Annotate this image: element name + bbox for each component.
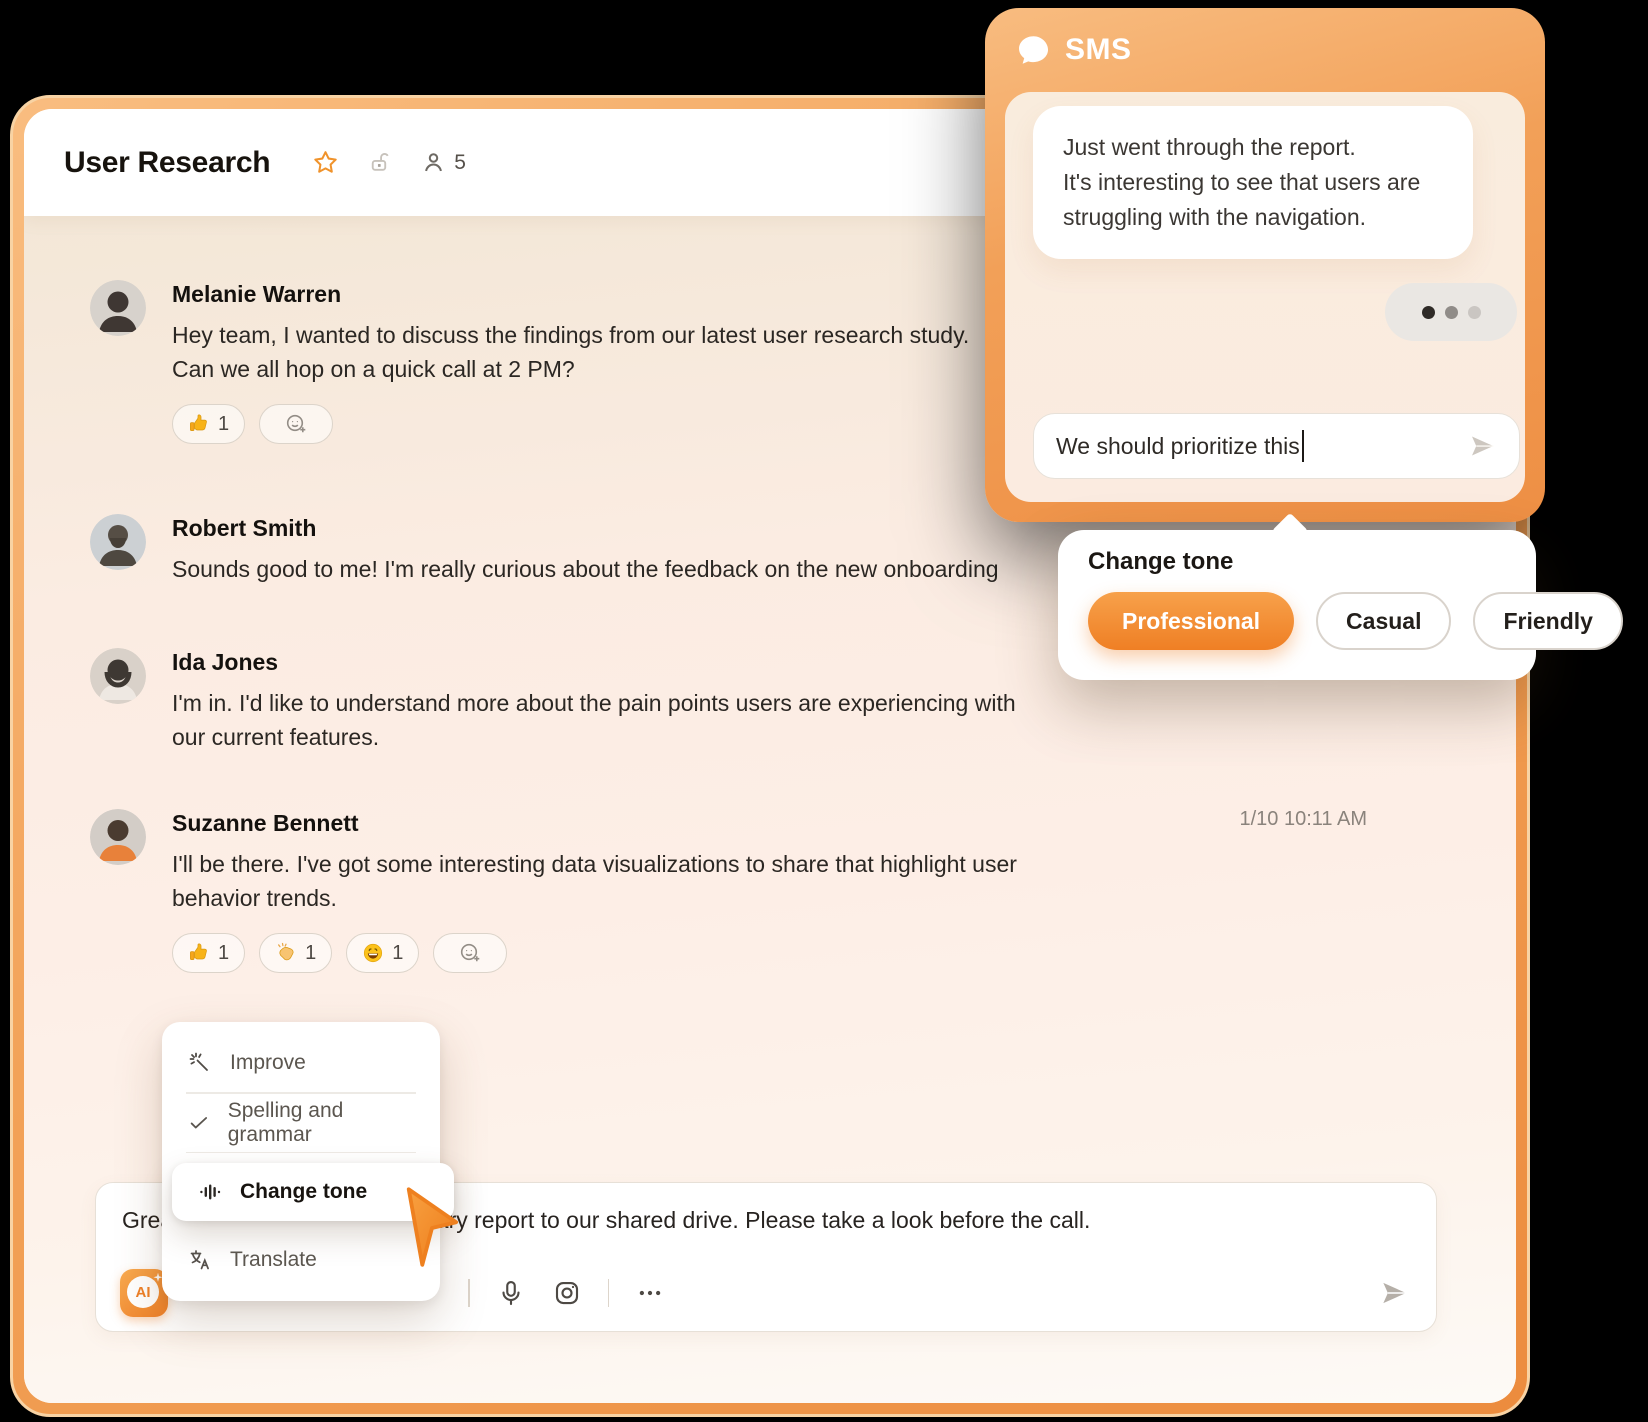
- spark-icon: [188, 1051, 212, 1075]
- message-author: Suzanne Bennett: [172, 809, 1017, 837]
- mouse-pointer-cursor: [402, 1186, 460, 1270]
- text-cursor: [1302, 430, 1304, 462]
- typing-dot: [1445, 306, 1458, 319]
- add-reaction-button[interactable]: [259, 404, 333, 444]
- message-author: Ida Jones: [172, 648, 1016, 676]
- translate-icon: [188, 1248, 212, 1272]
- change-tone-title: Change tone: [1088, 548, 1233, 576]
- avatar[interactable]: [90, 648, 146, 704]
- check-icon: [188, 1111, 210, 1135]
- member-count-label: 5: [454, 151, 466, 175]
- avatar[interactable]: [90, 809, 146, 865]
- reaction-chip[interactable]: 1: [172, 404, 245, 444]
- message-author: Melanie Warren: [172, 280, 969, 308]
- menu-item-label: Change tone: [240, 1180, 367, 1204]
- menu-item-translate[interactable]: Translate: [162, 1231, 440, 1289]
- menu-item-spelling-and-grammar[interactable]: Spelling and grammar: [162, 1094, 440, 1152]
- reaction-count: 1: [392, 942, 403, 965]
- avatar[interactable]: [90, 514, 146, 570]
- reaction-row: 1 1 1: [172, 933, 1017, 973]
- sms-input-value[interactable]: We should prioritize this: [1056, 433, 1300, 460]
- message-text: Sounds good to me! I'm really curious ab…: [172, 552, 999, 586]
- menu-item-improve[interactable]: Improve: [162, 1034, 440, 1092]
- message-suzanne-bennett: Suzanne Bennett I'll be there. I've got …: [90, 809, 1516, 973]
- typing-indicator: [1385, 283, 1517, 341]
- avatar[interactable]: [90, 280, 146, 336]
- typing-dot: [1468, 306, 1481, 319]
- menu-item-label: Spelling and grammar: [228, 1099, 414, 1147]
- reaction-count: 1: [218, 413, 229, 436]
- change-tone-popup: Change tone Professional Casual Friendly: [1058, 530, 1536, 680]
- ai-assistant-button[interactable]: AI: [120, 1269, 168, 1317]
- members-count[interactable]: 5: [420, 149, 466, 176]
- chat-bubble-icon: [1015, 34, 1051, 66]
- reaction-count: 1: [218, 942, 229, 965]
- chat-header-icons: 5: [312, 149, 466, 176]
- add-reaction-icon: [284, 412, 308, 436]
- sms-conversation: Just went through the report. It's inter…: [1005, 92, 1525, 502]
- tone-option-friendly[interactable]: Friendly: [1473, 592, 1622, 650]
- sms-panel: SMS Just went through the report. It's i…: [985, 8, 1545, 522]
- message-timestamp: 1/10 10:11 AM: [1240, 808, 1368, 831]
- toolbar-divider: [468, 1279, 470, 1307]
- thumbs-up-emoji: [188, 942, 210, 964]
- toolbar-divider: [608, 1279, 610, 1307]
- add-reaction-button[interactable]: [433, 933, 507, 973]
- star-icon[interactable]: [312, 149, 339, 176]
- unlocked-padlock-icon[interactable]: [367, 150, 392, 175]
- microphone-icon[interactable]: [496, 1278, 526, 1308]
- ai-assistant-menu: Improve Spelling and grammar Change tone: [162, 1022, 440, 1301]
- menu-item-label: Translate: [230, 1248, 317, 1272]
- thumbs-up-emoji: [188, 413, 210, 435]
- tone-option-casual[interactable]: Casual: [1316, 592, 1451, 650]
- tone-options: Professional Casual Friendly: [1088, 592, 1623, 650]
- tone-option-professional[interactable]: Professional: [1088, 592, 1294, 650]
- reaction-chip[interactable]: 1: [259, 933, 332, 973]
- menu-divider: [186, 1152, 416, 1154]
- reaction-row: 1: [172, 404, 969, 444]
- add-reaction-icon: [458, 941, 482, 965]
- message-text: Hey team, I wanted to discuss the findin…: [172, 318, 969, 386]
- message-text: I'm in. I'd like to understand more abou…: [172, 686, 1016, 754]
- more-options-icon[interactable]: [635, 1278, 665, 1308]
- sms-send-icon[interactable]: [1467, 431, 1497, 461]
- page-title: User Research: [64, 146, 270, 180]
- members-icon: [420, 149, 447, 176]
- sms-incoming-message: Just went through the report. It's inter…: [1033, 106, 1473, 259]
- reaction-count: 1: [305, 942, 316, 965]
- sms-header: SMS: [985, 8, 1545, 92]
- sms-title: SMS: [1065, 33, 1132, 67]
- screenshot-stage: User Research: [0, 0, 1648, 1422]
- typing-dot: [1422, 306, 1435, 319]
- send-icon[interactable]: [1378, 1277, 1410, 1309]
- waveform-icon: [198, 1180, 222, 1204]
- camera-icon[interactable]: [552, 1278, 582, 1308]
- clap-emoji: [275, 942, 297, 964]
- message-author: Robert Smith: [172, 514, 999, 542]
- sms-input[interactable]: We should prioritize this: [1033, 413, 1520, 479]
- message-text: I'll be there. I've got some interesting…: [172, 847, 1017, 915]
- menu-item-label: Improve: [230, 1051, 306, 1075]
- reaction-chip[interactable]: 1: [172, 933, 245, 973]
- grin-emoji: [362, 942, 384, 964]
- reaction-chip[interactable]: 1: [346, 933, 419, 973]
